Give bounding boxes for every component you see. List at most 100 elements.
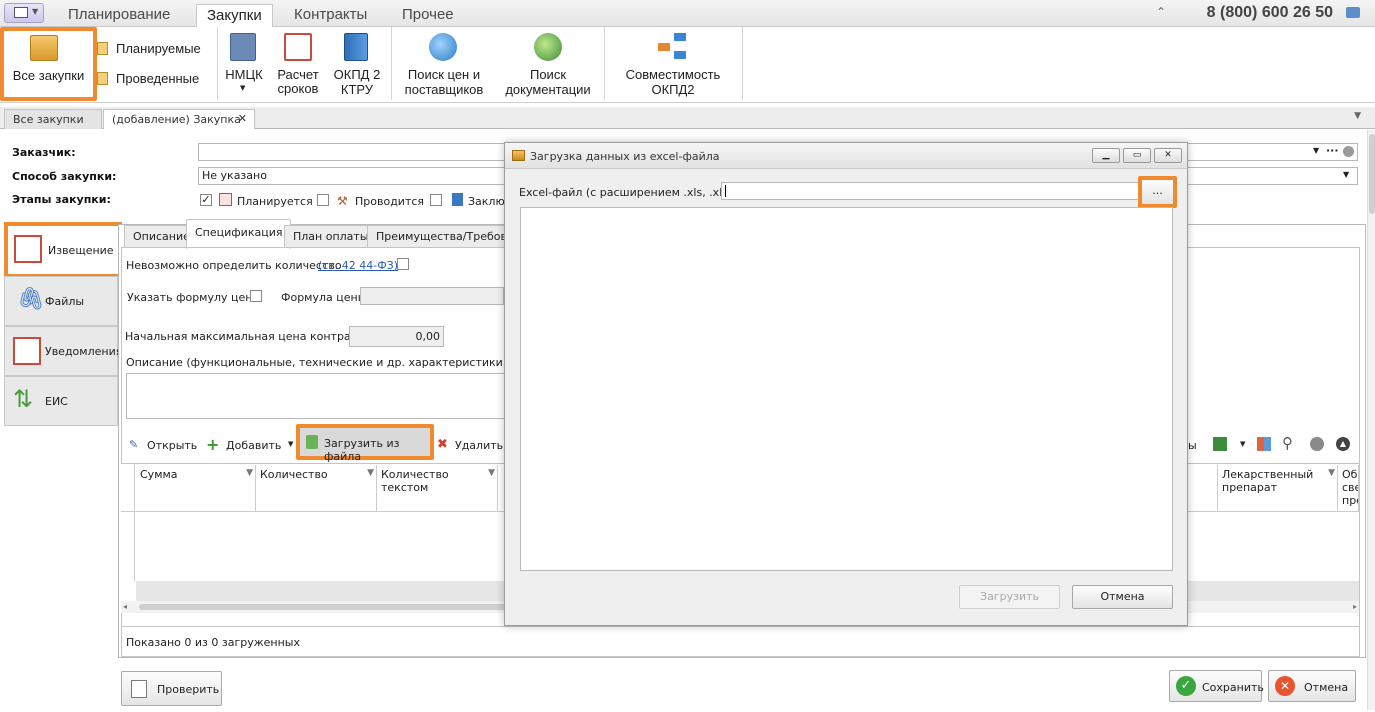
clear-icon[interactable] [1343,146,1354,157]
completed-button[interactable]: Проведенные [97,71,217,89]
excel-export-icon[interactable] [1213,437,1227,451]
side-tab-files[interactable]: 🖇 Файлы [4,276,118,326]
vertical-scrollbar[interactable] [1367,130,1375,710]
side-tab-eis[interactable]: ⇅ ЕИС [4,376,118,426]
chevron-down-icon[interactable]: ▼ [1240,440,1245,448]
tab-procurement[interactable]: Закупки [196,4,273,27]
menu-bar: ▼ Планирование Закупки Контракты Прочее … [0,0,1375,27]
filter-icon[interactable]: ▼ [246,468,253,478]
doc-icon [97,42,108,55]
save-button[interactable]: ✓ Сохранить [1169,670,1264,702]
tab-add-procurement[interactable]: (добавление) Закупка ✕ [103,109,255,129]
dialog-load-button[interactable]: Загрузить [959,585,1060,609]
tab-all-procurements[interactable]: Все закупки [4,109,102,129]
checklist-icon [131,680,147,698]
col-info[interactable]: Обосвепреп [1338,465,1359,511]
formula-checkbox[interactable] [250,290,262,302]
stages-label: Этапы закупки: [12,193,111,206]
price-search-button[interactable]: Поиск цен и поставщиков [396,31,492,99]
doc-search-button[interactable]: Поиск документации [496,31,600,99]
globe-eye-icon [429,33,457,61]
side-tab-notifications[interactable]: Уведомления [4,326,122,376]
document-tabs: Все закупки (добавление) Закупка ✕ ▼ [0,107,1375,129]
law-link[interactable]: (ст. 42 44-ФЗ) [318,259,398,272]
chevron-down-icon[interactable]: ▼ [288,440,293,448]
nmck-button[interactable]: НМЦК ▼ [220,31,268,99]
calc-terms-label: Расчет сроков [277,67,319,96]
side-tab-notice[interactable]: Извещение [4,222,122,278]
filter-icon[interactable] [1310,437,1324,451]
customer-label: Заказчик: [12,146,76,159]
stage-running-label: Проводится [355,195,425,208]
close-icon[interactable]: ✕ [238,112,247,125]
chevron-down-icon[interactable]: ▼ [1354,111,1361,121]
load-from-file-button[interactable]: Загрузить из файла [296,424,434,463]
cancel-button[interactable]: ✕ Отмена [1268,670,1356,702]
stage-contract-checkbox[interactable] [430,194,442,206]
dialog-title: Загрузка данных из excel-файла [530,150,720,163]
table-settings-icon[interactable] [1257,437,1271,451]
chevron-down-icon[interactable]: ▼ [1343,170,1349,179]
app-menu-button[interactable]: ▼ [4,3,44,23]
tab-payment-plan[interactable]: План оплаты [284,225,378,247]
tab-other[interactable]: Прочее [392,4,464,27]
desc-field[interactable] [126,373,506,419]
nmck-label: НМЦК [225,67,263,82]
suppliers-label: поставщиков [404,82,484,97]
col-medicine[interactable]: Лекарственный препарат ▼ [1217,465,1338,511]
col-qty-text[interactable]: Количество текстом ▼ [377,465,498,511]
checkmark-icon: ✓ [1176,676,1196,696]
col-medicine-label: Лекарственный [1222,468,1314,481]
pencil-icon: ✎ [129,438,139,451]
qty-unknown-checkbox[interactable] [397,258,409,270]
excel-file-input[interactable] [721,182,1142,200]
excel-file-label: Excel-файл (с расширением .xls, .xlsx): [519,186,743,199]
delete-button[interactable]: Удалить [455,439,503,452]
close-button[interactable]: ✕ [1154,148,1182,163]
browse-button[interactable]: ... [1138,176,1177,208]
tab-planning[interactable]: Планирование [58,4,180,27]
col-qty[interactable]: Количество ▼ [256,465,377,511]
dialog-cancel-button[interactable]: Отмена [1072,585,1173,609]
ribbon: Все закупки Планируемые Проведенные НМЦК… [0,27,1375,103]
search-icon[interactable]: ⚲ [1282,434,1293,452]
minimize-button[interactable]: ▁ [1092,148,1120,163]
compatibility-label: Совместимость [625,67,721,82]
nmck-field[interactable]: 0,00 [349,326,444,347]
filter-icon[interactable]: ▼ [488,468,495,478]
dialog-title-bar: Загрузка данных из excel-файла ▁ ▭ ✕ [505,143,1187,169]
tab-requirements[interactable]: Преимущества/Требован [367,225,507,247]
grid-status-bar: Показано 0 из 0 загруженных [121,626,1359,656]
filter-icon[interactable]: ▼ [367,468,374,478]
collapse-ribbon-icon[interactable]: ⌃ [1156,5,1166,19]
planned-button[interactable]: Планируемые [97,41,217,59]
side-tab-files-label: Файлы [45,295,85,308]
tab-specification[interactable]: Спецификация [186,219,292,249]
stage-planned-checkbox[interactable]: ✓ [200,194,212,206]
chat-icon[interactable] [1346,7,1360,18]
all-procurements-button[interactable]: Все закупки [0,27,97,101]
filter-icon[interactable]: ▼ [1328,468,1335,478]
col-medicine-label-2: препарат [1222,481,1278,494]
ellipsis-icon[interactable]: ··· [1326,144,1339,157]
open-button[interactable]: Открыть [147,439,197,452]
book-icon [344,33,368,61]
tab-contracts[interactable]: Контракты [284,4,377,27]
calc-terms-button[interactable]: Расчет сроков [272,31,324,99]
folder-icon [512,150,525,161]
col-sum[interactable]: Сумма ▼ [136,465,256,511]
col-info-label-3: преп [1342,494,1358,507]
text-cursor [725,185,726,197]
add-button[interactable]: Добавить [226,439,281,452]
compatibility-button[interactable]: Совместимость ОКПД2 [610,31,736,99]
stage-running-checkbox[interactable] [317,194,329,206]
chevron-down-icon[interactable]: ▼ [1313,146,1319,155]
qty-unknown-label: Невозможно определить количество [126,259,342,272]
maximize-button[interactable]: ▭ [1123,148,1151,163]
app-menu-icon [14,7,28,18]
excel-import-dialog: Загрузка данных из excel-файла ▁ ▭ ✕ Exc… [504,142,1188,626]
check-button[interactable]: Проверить [121,671,222,706]
formula-field[interactable] [360,287,504,305]
collapse-icon[interactable]: ▲ [1336,437,1350,451]
okpd-button[interactable]: ОКПД 2 КТРУ [328,31,386,99]
